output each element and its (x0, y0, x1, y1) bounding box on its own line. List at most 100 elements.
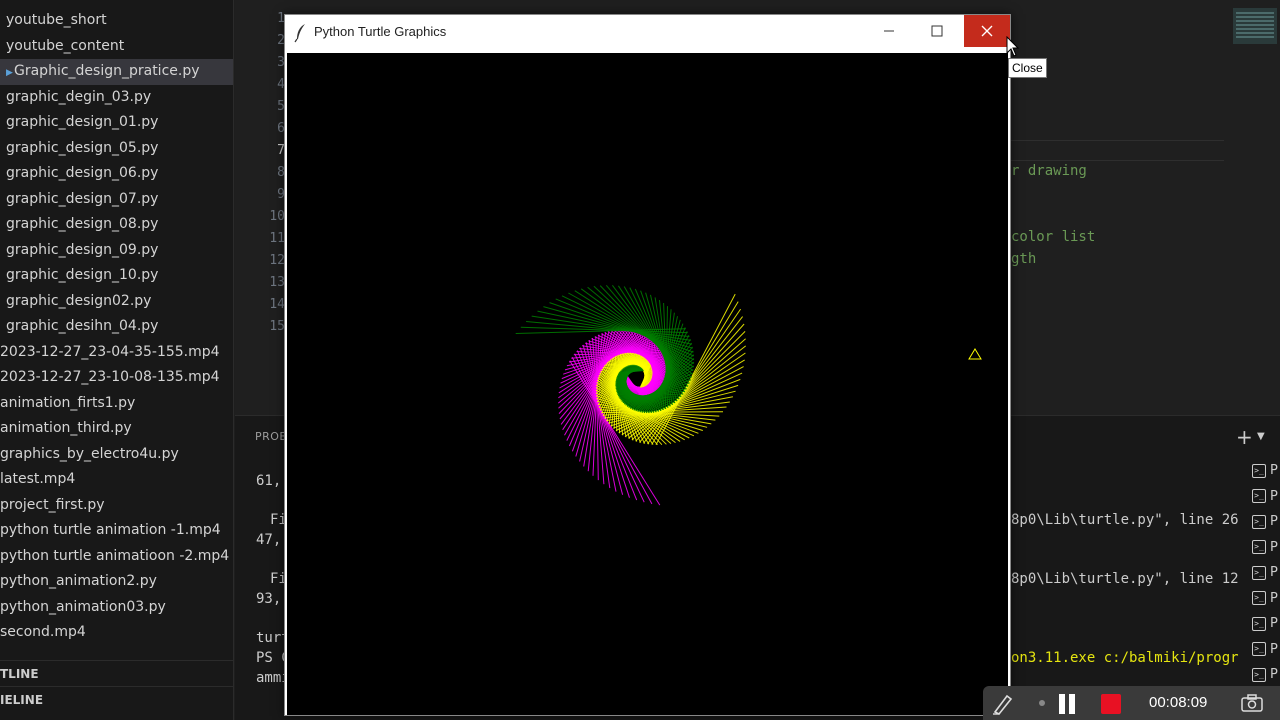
terminal-instance-item[interactable]: >_ P (1252, 458, 1280, 484)
file-item-label: 2023-12-27_23-10-08-135.mp4 (0, 369, 220, 385)
file-item[interactable]: second.mp4 (0, 620, 233, 646)
file-item-label: graphic_design_01.py (6, 114, 159, 130)
file-item[interactable]: python_animation03.py (0, 595, 233, 621)
stop-button[interactable] (1101, 694, 1121, 714)
file-item[interactable]: graphic_design02.py (0, 289, 233, 315)
terminal-instance-item[interactable]: >_ P (1252, 560, 1280, 586)
file-item[interactable]: graphic_design_08.py (0, 212, 233, 238)
terminal-instance-item[interactable]: >_ P (1252, 535, 1280, 561)
file-item[interactable]: graphics_by_electro4u.py (0, 442, 233, 468)
close-icon (981, 25, 993, 37)
minimize-button[interactable] (866, 15, 912, 47)
close-button[interactable] (964, 15, 1010, 47)
line-number: 7 (277, 143, 285, 158)
terminal-instance-item[interactable]: >_ P (1252, 484, 1280, 510)
terminal-instance-label: P (1270, 590, 1278, 606)
line-number: 11 (269, 231, 285, 246)
terminal-line: 61, (256, 473, 282, 489)
terminal-instance-label: P (1270, 488, 1278, 504)
file-item[interactable]: graphic_degin_03.py (0, 85, 233, 111)
file-item[interactable]: python turtle animatioon -2.mp4 (0, 544, 233, 570)
file-item[interactable]: latest.mp4 (0, 467, 233, 493)
spiral-drawing (515, 284, 982, 506)
chevron-down-icon[interactable]: ▼ (1257, 431, 1265, 442)
file-item-label: graphic_design_09.py (6, 241, 159, 258)
terminal-instance-label: P (1270, 539, 1278, 555)
timeline-section-header[interactable]: IELINE (0, 686, 233, 712)
line-number: 10 (269, 209, 285, 224)
file-item-label: Graphic_design_pratice.py (14, 63, 200, 79)
pen-icon[interactable] (991, 692, 1017, 716)
file-item[interactable]: animation_firts1.py (0, 391, 233, 417)
file-item[interactable]: graphic_design_06.py (0, 161, 233, 187)
maximize-icon (931, 25, 943, 37)
file-item-label: graphics_by_electro4u.py (0, 445, 179, 462)
file-item[interactable]: 2023-12-27_23-10-08-135.mp4 (0, 365, 233, 391)
file-item[interactable]: youtube_content (0, 34, 233, 60)
file-item-label: project_first.py (0, 496, 105, 513)
line-number: 1 (277, 11, 285, 26)
file-item[interactable]: python turtle animation -1.mp4 (0, 518, 233, 544)
python-file-icon: ▶ (6, 68, 13, 78)
pause-button[interactable] (1057, 694, 1077, 714)
terminal-instance-item[interactable]: >_ P (1252, 509, 1280, 535)
line-number: 3 (277, 55, 285, 70)
terminal-instance-label: P (1270, 616, 1278, 632)
file-item[interactable]: graphic_design_10.py (0, 263, 233, 289)
screen-recorder-bar: 00:08:09 (983, 686, 1280, 720)
terminal-icon: >_ (1252, 565, 1266, 580)
problems-tab[interactable]: PROB (255, 430, 287, 443)
terminal-icon: >_ (1252, 489, 1266, 504)
camera-icon[interactable] (1241, 694, 1263, 712)
file-item-label: second.mp4 (0, 624, 86, 640)
file-item-label: graphic_desihn_04.py (6, 318, 159, 334)
terminal-line: 8p0\Lib\turtle.py", line 12 (1011, 571, 1239, 587)
line-number: 9 (277, 187, 285, 202)
file-item-label: python turtle animation -1.mp4 (0, 522, 221, 538)
file-item[interactable]: project_first.py (0, 493, 233, 519)
file-item[interactable]: graphic_design_05.py (0, 136, 233, 162)
terminal-icon: >_ (1252, 667, 1266, 682)
close-tooltip: Close (1008, 58, 1047, 78)
file-item[interactable]: youtube_short (0, 8, 233, 34)
window-titlebar[interactable]: Python Turtle Graphics (285, 15, 1010, 51)
turtle-canvas[interactable] (287, 53, 1008, 715)
file-item[interactable]: graphic_desihn_04.py (0, 314, 233, 340)
line-number: 15 (269, 319, 285, 334)
file-item[interactable]: animation_third.py (0, 416, 233, 442)
line-number: 4 (277, 77, 285, 92)
file-item-label: graphic_degin_03.py (6, 88, 152, 105)
turtle-graphics-window: Python Turtle Graphics (284, 14, 1011, 716)
terminal-line: 93, (256, 591, 282, 607)
terminal-instance-item[interactable]: >_ P (1252, 611, 1280, 637)
turtle-cursor-icon (968, 348, 982, 360)
terminal-instance-item[interactable]: >_ P (1252, 662, 1280, 688)
file-item-label: graphic_design_10.py (6, 267, 159, 283)
terminal-instance-label: P (1270, 667, 1278, 683)
file-item-label: graphic_design_06.py (6, 165, 159, 181)
file-item[interactable]: graphic_design_01.py (0, 110, 233, 136)
file-item-label: latest.mp4 (0, 471, 76, 487)
maximize-button[interactable] (914, 15, 960, 47)
line-number: 13 (269, 275, 285, 290)
outline-section-header[interactable]: TLINE (0, 660, 233, 686)
minimap[interactable] (1233, 8, 1277, 44)
terminal-instance-label: P (1270, 463, 1278, 479)
file-item[interactable]: graphic_design_09.py (0, 238, 233, 264)
file-list: youtube_short youtube_content ▶Graphic_des… (0, 8, 233, 646)
minimize-icon (884, 30, 894, 32)
terminal-instance-item[interactable]: >_ P (1252, 637, 1280, 663)
code-comment-drawing: r drawing (1011, 163, 1087, 179)
file-item[interactable]: graphic_design_07.py (0, 187, 233, 213)
file-item-label: 2023-12-27_23-04-35-155.mp4 (0, 343, 220, 360)
file-item[interactable]: python_animation2.py (0, 569, 233, 595)
terminal-icon: >_ (1252, 514, 1266, 529)
new-terminal-icon[interactable]: + (1236, 425, 1253, 449)
terminal-instance-item[interactable]: >_ P (1252, 586, 1280, 612)
terminal-instance-label: P (1270, 514, 1278, 530)
file-item[interactable]: ▶Graphic_design_pratice.py (0, 59, 233, 85)
file-item[interactable]: 2023-12-27_23-04-35-155.mp4 (0, 340, 233, 366)
file-item-label: graphic_design_08.py (6, 216, 159, 232)
file-item-label: youtube_short (6, 12, 107, 28)
file-item-label: graphic_design_07.py (6, 190, 159, 207)
